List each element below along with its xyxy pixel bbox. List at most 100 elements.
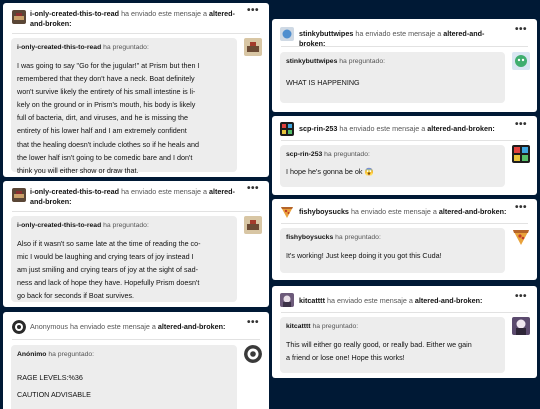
ask-card: kitcatttt ha enviado este mensaje a alte…	[272, 286, 537, 378]
ask-card: stinkybuttwipes ha enviado este mensaje …	[272, 19, 537, 112]
question-text: RAGE LEVELS:%36 CAUTION ADVISABLE	[17, 369, 231, 403]
asker-name[interactable]: stinkybuttwipes	[286, 58, 337, 65]
ask-card: scp-rin-253 ha enviado este mensaje a al…	[272, 116, 537, 195]
more-options-icon[interactable]: •••	[515, 25, 527, 35]
question-line: mic I would be laughing and crying tears…	[17, 252, 194, 262]
question-line: This will either go really good, or real…	[286, 340, 472, 349]
sender-avatar[interactable]	[280, 27, 294, 41]
question-line: a friend or lose one! Hope this works!	[286, 353, 405, 363]
asked-label: ha preguntado:	[324, 151, 370, 158]
question-line: the lower half isn't going to be comedic…	[17, 152, 193, 162]
question-bubble: fishyboysucks ha preguntado: It's workin…	[280, 228, 505, 273]
sent-label: ha enviado este mensaje a	[121, 9, 207, 18]
question-line: that the healing doesn't include clothes…	[17, 139, 199, 149]
ask-card: i-only-created-this-to-read ha enviado e…	[3, 181, 269, 307]
question-line: CAUTION ADVISABLE	[17, 390, 91, 399]
sent-label: ha enviado este mensaje a	[350, 207, 437, 216]
question-line: go back for seconds if Boat survives.	[17, 291, 135, 301]
question-line: entirety of his lower half and I am extr…	[17, 126, 187, 136]
asked-label: ha preguntado:	[103, 44, 149, 51]
asker-name[interactable]: i-only-created-this-to-read	[17, 44, 101, 51]
divider	[281, 223, 528, 224]
asked-label: ha preguntado:	[48, 351, 95, 358]
asked-label: ha preguntado:	[335, 234, 381, 241]
question-line: I was going to say "Go for the jugular!"…	[17, 61, 200, 70]
question-line: am just smiling and crying tears of joy …	[17, 265, 198, 275]
question-text: I was going to say "Go for the jugular!"…	[17, 59, 231, 177]
question-bubble: i-only-created-this-to-read ha preguntad…	[11, 38, 237, 175]
question-text: WHAT IS HAPPENING	[286, 76, 499, 89]
question-text: This will either go really good, or real…	[286, 338, 499, 364]
sent-label: ha enviado este mensaje a	[326, 296, 413, 305]
sent-label: ha enviado este mensaje a	[121, 187, 207, 196]
recipient-name[interactable]: altered-and-broken:	[415, 296, 483, 305]
divider	[281, 312, 528, 313]
question-line: full of bacteria, dirt, and viruses, and…	[17, 113, 188, 123]
more-options-icon[interactable]: •••	[247, 184, 259, 194]
divider	[12, 33, 260, 34]
sender-name[interactable]: fishyboysucks	[299, 207, 349, 216]
sender-avatar[interactable]	[280, 122, 294, 136]
asker-avatar[interactable]	[512, 145, 530, 163]
question-bubble: stinkybuttwipes ha preguntado: WHAT IS H…	[280, 52, 505, 103]
asked-label: ha preguntado:	[312, 323, 359, 330]
more-options-icon[interactable]: •••	[515, 203, 527, 213]
asker-name[interactable]: i-only-created-this-to-read	[17, 222, 101, 229]
recipient-name[interactable]: altered-and-broken:	[427, 124, 495, 133]
sender-avatar[interactable]	[12, 10, 26, 24]
sender-name[interactable]: i-only-created-this-to-read	[30, 9, 119, 18]
sent-label: ha enviado este mensaje a	[69, 322, 156, 331]
divider	[281, 46, 528, 47]
asker-avatar[interactable]	[512, 52, 530, 70]
question-line: I hope he's gonna be ok 😱	[286, 167, 374, 176]
sender-name[interactable]: stinkybuttwipes	[299, 29, 353, 38]
asker-name[interactable]: kitcatttt	[286, 323, 311, 330]
ask-card: fishyboysucks ha enviado este mensaje a …	[272, 199, 537, 280]
sender-avatar[interactable]	[12, 188, 26, 202]
question-bubble: scp-rin-253 ha preguntado: I hope he's g…	[280, 145, 505, 187]
more-options-icon[interactable]: •••	[515, 292, 527, 302]
question-line: won't survive likely the entirety of his…	[17, 87, 196, 97]
divider	[12, 339, 260, 340]
question-bubble: kitcatttt ha preguntado: This will eithe…	[280, 317, 505, 373]
pizza-avatar-icon[interactable]	[512, 228, 530, 246]
sender-avatar[interactable]	[280, 293, 294, 307]
sender-name[interactable]: i-only-created-this-to-read	[30, 187, 119, 196]
sender-name: Anonymous	[30, 322, 68, 331]
asked-label: ha preguntado:	[339, 58, 385, 65]
asker-avatar[interactable]	[244, 38, 262, 56]
sent-label: ha enviado este mensaje a	[339, 124, 426, 133]
more-options-icon[interactable]: •••	[247, 6, 259, 16]
asker-name[interactable]: fishyboysucks	[286, 234, 333, 241]
asker-avatar[interactable]	[244, 216, 262, 234]
sent-label: ha enviado este mensaje a	[355, 29, 442, 38]
sender-name[interactable]: scp-rin-253	[299, 124, 337, 133]
question-line: think you will either show or draw that.	[17, 165, 139, 175]
ask-card: Anonymous ha enviado este mensaje a alte…	[3, 312, 269, 409]
pizza-avatar-icon[interactable]	[280, 205, 294, 219]
recipient-name[interactable]: altered-and-broken:	[439, 207, 507, 216]
more-options-icon[interactable]: •••	[247, 318, 259, 328]
sender-name[interactable]: kitcatttt	[299, 296, 325, 305]
question-text: I hope he's gonna be ok 😱	[286, 165, 499, 178]
question-text: Also if it wasn't so same late at the ti…	[17, 237, 231, 302]
divider	[12, 211, 260, 212]
asker-avatar[interactable]	[512, 317, 530, 335]
question-line: WHAT IS HAPPENING	[286, 78, 360, 87]
question-bubble: Anónimo ha preguntado: RAGE LEVELS:%36 C…	[11, 345, 237, 409]
question-line: kely on the ground or in Prism's mouth, …	[17, 100, 196, 110]
question-line: Also if it wasn't so same late at the ti…	[17, 239, 201, 248]
question-line: ness and lack of hope they have. Hopeful…	[17, 278, 200, 288]
question-line: remembered that they don't have a neck. …	[17, 74, 195, 84]
question-line: It's working! Just keep doing it you got…	[286, 251, 442, 260]
recipient-name[interactable]: altered-and-broken:	[158, 322, 226, 331]
asked-label: ha preguntado:	[103, 222, 149, 229]
anonymous-avatar-icon	[244, 345, 262, 363]
asker-name: Anónimo	[17, 351, 47, 358]
divider	[281, 140, 528, 141]
asker-name[interactable]: scp-rin-253	[286, 151, 322, 158]
more-options-icon[interactable]: •••	[515, 120, 527, 130]
question-text: It's working! Just keep doing it you got…	[286, 249, 499, 262]
question-line: RAGE LEVELS:%36	[17, 373, 83, 382]
anonymous-avatar-icon	[12, 320, 26, 334]
